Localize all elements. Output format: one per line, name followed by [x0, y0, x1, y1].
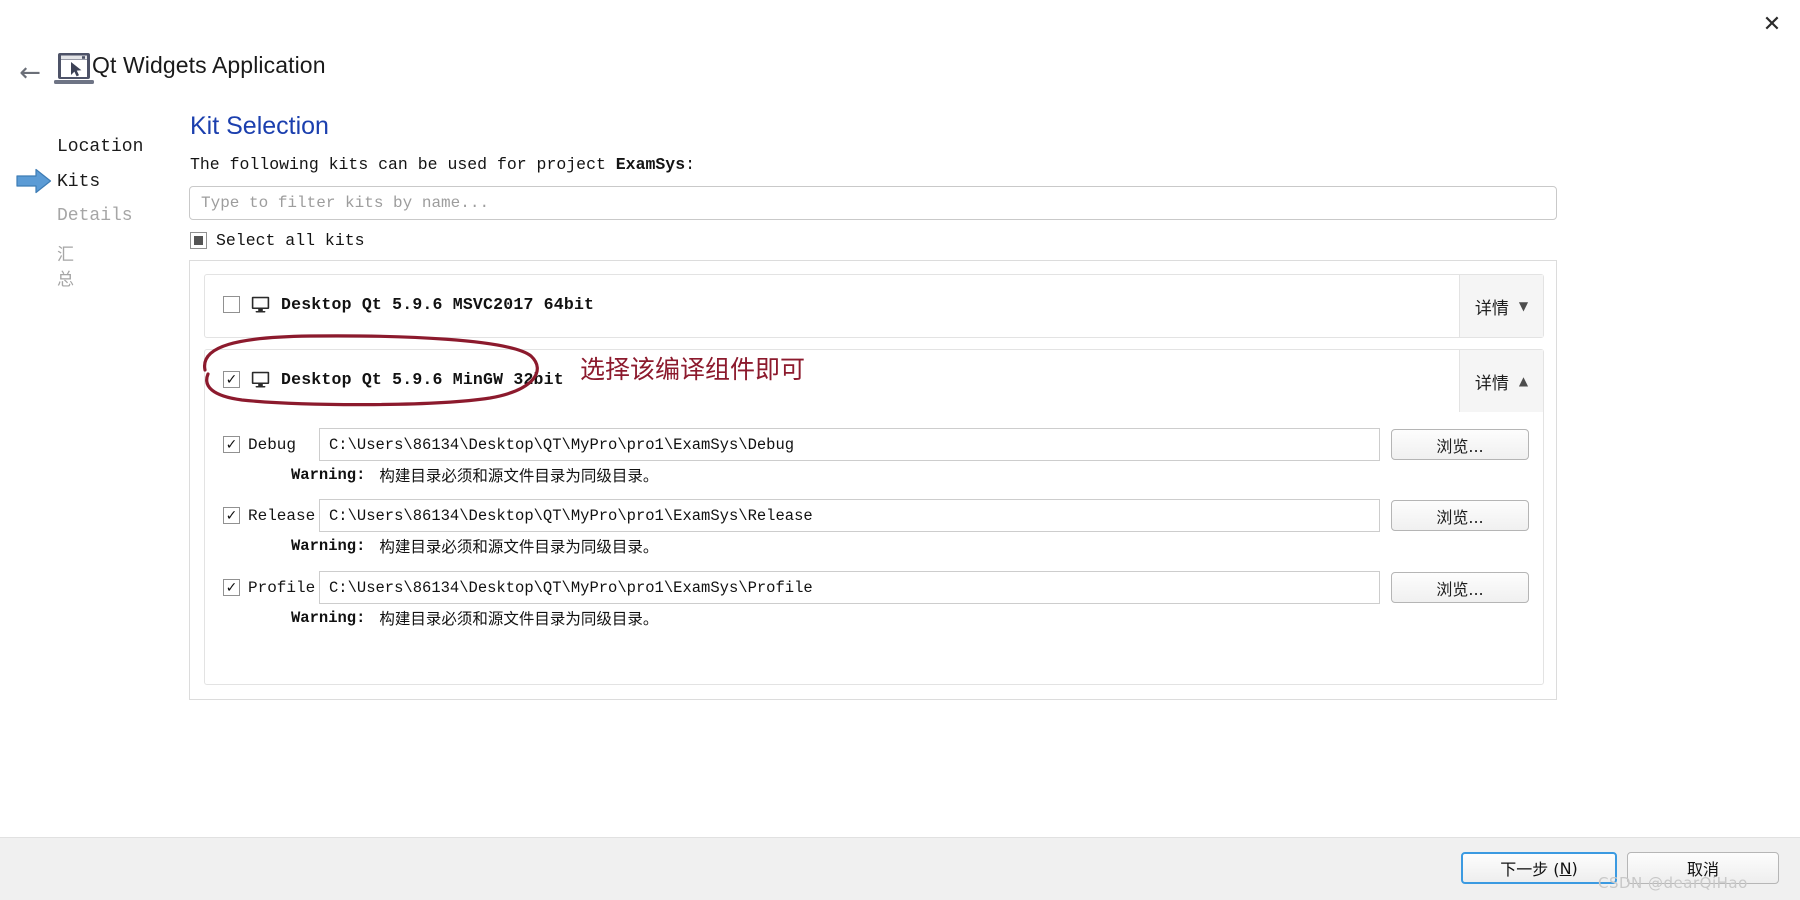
build-config-checkbox[interactable] [223, 579, 240, 596]
wizard-window: ✕ ← Qt Widgets Application Location Kits… [0, 0, 1800, 900]
kit-item-msvc[interactable]: Desktop Qt 5.9.6 MSVC2017 64bit 详情 ▼ [204, 274, 1544, 338]
back-arrow-icon[interactable]: ← [10, 56, 50, 90]
warning-message: 构建目录必须和源文件目录为同级目录。 [379, 467, 659, 485]
build-warning-release: Warning: 构建目录必须和源文件目录为同级目录。 [291, 535, 658, 557]
watermark: CSDN @dearQiHao [1598, 874, 1748, 892]
kit-details-label: 详情 [1474, 373, 1509, 394]
kit-head-inner: Desktop Qt 5.9.6 MSVC2017 64bit [223, 295, 594, 314]
kit-filter-input[interactable] [189, 186, 1557, 220]
next-button-label-main: 下一步 ( [1500, 860, 1560, 879]
build-config-row-debug: Debug C:\Users\86134\Desktop\QT\MyPro\pr… [223, 428, 1529, 461]
build-path-input[interactable]: C:\Users\86134\Desktop\QT\MyPro\pro1\Exa… [319, 571, 1380, 604]
warning-keyword: Warning: [291, 537, 366, 555]
close-icon[interactable]: ✕ [1744, 0, 1800, 50]
chevron-down-icon: ▼ [1518, 299, 1529, 313]
warning-message: 构建目录必须和源文件目录为同级目录。 [379, 538, 659, 556]
sidebar-item-location[interactable]: Location [57, 137, 143, 157]
blue-arrow-icon [16, 168, 52, 194]
sidebar-item-details[interactable]: Details [57, 206, 133, 226]
next-button-accel-key: N [1559, 858, 1572, 878]
next-button-label-end: ) [1571, 858, 1578, 878]
kit-description: The following kits can be used for proje… [190, 155, 695, 174]
build-config-label: Profile [248, 578, 316, 597]
build-warning-debug: Warning: 构建目录必须和源文件目录为同级目录。 [291, 464, 658, 486]
build-config-row-profile: Profile C:\Users\86134\Desktop\QT\MyPro\… [223, 571, 1529, 604]
monitor-icon [251, 296, 270, 313]
warning-keyword: Warning: [291, 609, 366, 627]
build-config-checkbox-group[interactable]: Profile [223, 579, 319, 597]
annotation-text: 选择该编译组件即可 [580, 355, 806, 384]
build-config-row-release: Release C:\Users\86134\Desktop\QT\MyPro\… [223, 499, 1529, 532]
description-suffix: : [685, 155, 695, 174]
laptop-cursor-icon [54, 53, 94, 84]
select-all-kits-row[interactable]: Select all kits [190, 231, 365, 250]
wizard-header: ← Qt Widgets Application [0, 44, 1800, 104]
wizard-footer: 下一步 (N) 取消 [0, 837, 1800, 900]
build-config-label: Release [248, 506, 316, 525]
next-button[interactable]: 下一步 (N) [1461, 852, 1617, 884]
sidebar-item-kits[interactable]: Kits [57, 172, 100, 192]
browse-button[interactable]: 浏览... [1391, 429, 1529, 460]
kit-header: Desktop Qt 5.9.6 MSVC2017 64bit 详情 ▼ [205, 275, 1543, 337]
description-prefix: The following kits can be used for proje… [190, 155, 616, 174]
page-title: Qt Widgets Application [92, 52, 326, 78]
chevron-up-icon: ▲ [1518, 374, 1529, 388]
kit-list: Desktop Qt 5.9.6 MSVC2017 64bit 详情 ▼ ✓ D… [189, 260, 1557, 700]
build-path-input[interactable]: C:\Users\86134\Desktop\QT\MyPro\pro1\Exa… [319, 428, 1380, 461]
warning-message: 构建目录必须和源文件目录为同级目录。 [379, 610, 659, 628]
kit-details-label: 详情 [1474, 298, 1509, 319]
kit-details-toggle[interactable]: 详情 ▼ [1459, 275, 1543, 337]
kit-header: Desktop Qt 5.9.6 MinGW 32bit 详情 ▲ [205, 350, 1543, 412]
build-config-checkbox[interactable] [223, 436, 240, 453]
select-all-checkbox[interactable] [190, 232, 207, 249]
build-config-label: Debug [248, 435, 297, 454]
kit-head-inner: Desktop Qt 5.9.6 MinGW 32bit [223, 370, 564, 389]
sidebar-item-summary[interactable]: 汇总 [57, 240, 74, 290]
kit-checkbox[interactable] [223, 296, 240, 313]
kit-name: Desktop Qt 5.9.6 MSVC2017 64bit [281, 295, 595, 314]
kit-item-mingw[interactable]: Desktop Qt 5.9.6 MinGW 32bit 详情 ▲ Debug … [204, 349, 1544, 685]
build-config-checkbox-group[interactable]: Release [223, 507, 319, 525]
build-path-input[interactable]: C:\Users\86134\Desktop\QT\MyPro\pro1\Exa… [319, 499, 1380, 532]
description-project-name: ExamSys [615, 155, 686, 174]
build-config-checkbox-group[interactable]: Debug [223, 436, 319, 454]
browse-button[interactable]: 浏览... [1391, 500, 1529, 531]
build-warning-profile: Warning: 构建目录必须和源文件目录为同级目录。 [291, 607, 658, 629]
monitor-icon [251, 371, 270, 388]
select-all-label: Select all kits [216, 231, 365, 250]
warning-keyword: Warning: [291, 466, 366, 484]
kit-checkbox[interactable] [223, 371, 240, 388]
kit-details-toggle[interactable]: 详情 ▲ [1459, 350, 1543, 412]
section-title: Kit Selection [190, 112, 329, 140]
kit-name: Desktop Qt 5.9.6 MinGW 32bit [281, 370, 564, 389]
build-config-checkbox[interactable] [223, 507, 240, 524]
browse-button[interactable]: 浏览... [1391, 572, 1529, 603]
